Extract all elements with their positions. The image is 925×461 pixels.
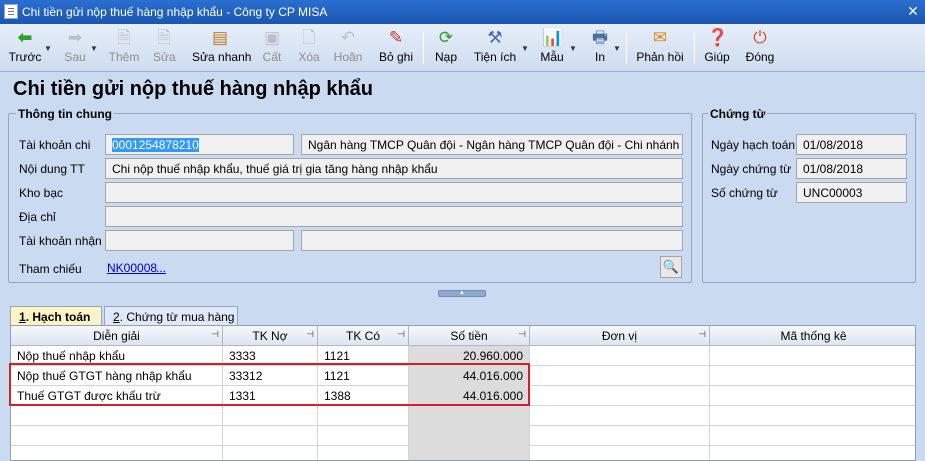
column-header-amount[interactable]: Số tiền ⊣ xyxy=(409,326,530,346)
window-close-button[interactable]: ✕ xyxy=(905,3,921,19)
template-dropdown-icon[interactable]: ▼ xyxy=(569,44,577,53)
close-button[interactable]: ⏻ Đóng xyxy=(745,26,775,70)
reload-button[interactable]: ⟳ Nạp xyxy=(434,26,458,70)
voucher-no-label: Số chứng từ xyxy=(711,186,778,200)
refresh-icon: ⟳ xyxy=(438,28,454,47)
collapse-splitter[interactable]: ▲ xyxy=(438,290,486,297)
content-field[interactable]: Chi nộp thuế nhập khẩu, thuế giá trị gia… xyxy=(105,158,683,179)
pin-icon[interactable]: ⊣ xyxy=(306,329,314,340)
utilities-dropdown-icon[interactable]: ▼ xyxy=(521,44,529,53)
bank-name-field[interactable]: Ngân hàng TMCP Quân đội - Ngân hàng TMCP… xyxy=(301,134,683,155)
pin-icon[interactable]: ⊣ xyxy=(698,329,706,340)
unpost-icon: ✎ xyxy=(388,28,404,47)
delete-icon: 🗋 xyxy=(302,28,316,47)
quick-edit-button[interactable]: ▤ Sửa nhanh xyxy=(192,26,251,70)
print-dropdown-icon[interactable]: ▼ xyxy=(613,44,621,53)
reference-link[interactable]: NK00008 xyxy=(107,261,157,275)
account-label: Tài khoản chi xyxy=(19,138,91,152)
power-icon: ⏻ xyxy=(753,28,767,47)
floppy-disk-icon: ▣ xyxy=(263,28,281,47)
pin-icon[interactable]: ⊣ xyxy=(518,329,526,340)
tools-icon: ⚒ xyxy=(487,28,503,47)
save-button[interactable]: ▣ Cất xyxy=(262,26,282,70)
toolbar-separator xyxy=(626,32,627,64)
table-row-empty[interactable] xyxy=(11,426,915,446)
quick-edit-icon: ▤ xyxy=(211,28,229,47)
receive-account-label: Tài khoản nhận xyxy=(19,234,102,248)
printer-icon: 🖶 xyxy=(591,28,609,47)
column-header-description[interactable]: Diễn giải ⊣ xyxy=(11,326,223,346)
back-dropdown-icon[interactable]: ▼ xyxy=(44,44,52,53)
highlight-box xyxy=(9,363,530,406)
general-info-title: Thông tin chung xyxy=(16,107,114,121)
reference-more-link[interactable]: ... xyxy=(156,261,166,275)
add-button[interactable]: 🗎 Thêm xyxy=(108,26,140,70)
template-chart-icon: 📊 xyxy=(542,28,564,47)
toolbar: ⬅ Trước ▼ ➡ Sau ▼ 🗎 Thêm 🗎 Sửa ▤ Sửa nha… xyxy=(0,24,925,72)
new-document-icon: 🗎 xyxy=(117,28,131,47)
back-button[interactable]: ⬅ Trước xyxy=(8,26,42,70)
column-header-debit[interactable]: TK Nợ ⊣ xyxy=(223,326,318,346)
address-label: Địa chỉ xyxy=(19,210,56,224)
tab-accounting[interactable]: 1. Hạch toán xyxy=(10,306,102,326)
address-field[interactable] xyxy=(105,206,683,227)
window-title: Chi tiền gửi nộp thuế hàng nhập khẩu - C… xyxy=(22,5,328,19)
help-button[interactable]: ❓ Giúp xyxy=(704,26,730,70)
posting-date-field[interactable]: 01/08/2018 xyxy=(796,134,907,155)
content-label: Nội dung TT xyxy=(19,162,85,176)
pin-icon[interactable]: ⊣ xyxy=(397,329,405,340)
discard-button[interactable]: ✎ Bỏ ghi xyxy=(378,26,414,70)
window-titlebar: Chi tiền gửi nộp thuế hàng nhập khẩu - C… xyxy=(0,0,925,24)
voucher-no-field[interactable]: UNC00003 xyxy=(796,182,907,203)
tab-purchase-voucher[interactable]: 2. Chứng từ mua hàng xyxy=(104,306,238,326)
column-header-stat-code[interactable]: Mã thống kê xyxy=(710,326,915,346)
pin-icon[interactable]: ⊣ xyxy=(211,329,219,340)
table-row-empty[interactable] xyxy=(11,406,915,426)
account-field[interactable]: 0001254878210 xyxy=(105,134,294,155)
feedback-button[interactable]: ✉ Phản hồi xyxy=(636,26,684,70)
reference-label: Tham chiếu xyxy=(19,262,82,276)
document-icon xyxy=(4,4,18,19)
undo-button[interactable]: ↶ Hoãn xyxy=(333,26,363,70)
arrow-right-icon: ➡ xyxy=(67,28,83,47)
next-button[interactable]: ➡ Sau xyxy=(62,26,88,70)
edit-document-icon: 🗎 xyxy=(157,28,171,47)
column-header-credit[interactable]: TK Có ⊣ xyxy=(318,326,409,346)
receive-account-field[interactable] xyxy=(105,230,294,251)
reference-search-button[interactable]: 🔍 xyxy=(660,256,682,278)
receive-bank-field[interactable] xyxy=(301,230,683,251)
help-icon: ❓ xyxy=(707,28,729,47)
next-dropdown-icon[interactable]: ▼ xyxy=(90,44,98,53)
voucher-date-label: Ngày chứng từ xyxy=(711,162,792,176)
posting-date-label: Ngày hạch toán xyxy=(711,138,796,152)
toolbar-separator xyxy=(423,32,424,64)
arrow-left-icon: ⬅ xyxy=(17,28,33,47)
search-icon: 🔍 xyxy=(662,259,680,274)
undo-icon: ↶ xyxy=(340,28,356,47)
page-title: Chi tiền gửi nộp thuế hàng nhập khẩu xyxy=(13,78,374,100)
print-button[interactable]: 🖶 In xyxy=(590,26,610,70)
chevron-up-icon: ▲ xyxy=(459,290,465,296)
treasury-field[interactable] xyxy=(105,182,683,203)
treasury-label: Kho bạc xyxy=(19,186,64,200)
envelope-icon: ✉ xyxy=(652,28,668,47)
edit-button[interactable]: 🗎 Sửa xyxy=(153,26,176,70)
delete-button[interactable]: 🗋 Xóa xyxy=(297,26,321,70)
column-header-unit[interactable]: Đơn vị ⊣ xyxy=(530,326,710,346)
template-button[interactable]: 📊 Mẫu xyxy=(539,26,565,70)
voucher-title: Chứng từ xyxy=(708,107,768,121)
toolbar-separator xyxy=(694,32,695,64)
table-row-empty[interactable] xyxy=(11,446,915,460)
utilities-button[interactable]: ⚒ Tiện ích xyxy=(473,26,517,70)
voucher-date-field[interactable]: 01/08/2018 xyxy=(796,158,907,179)
